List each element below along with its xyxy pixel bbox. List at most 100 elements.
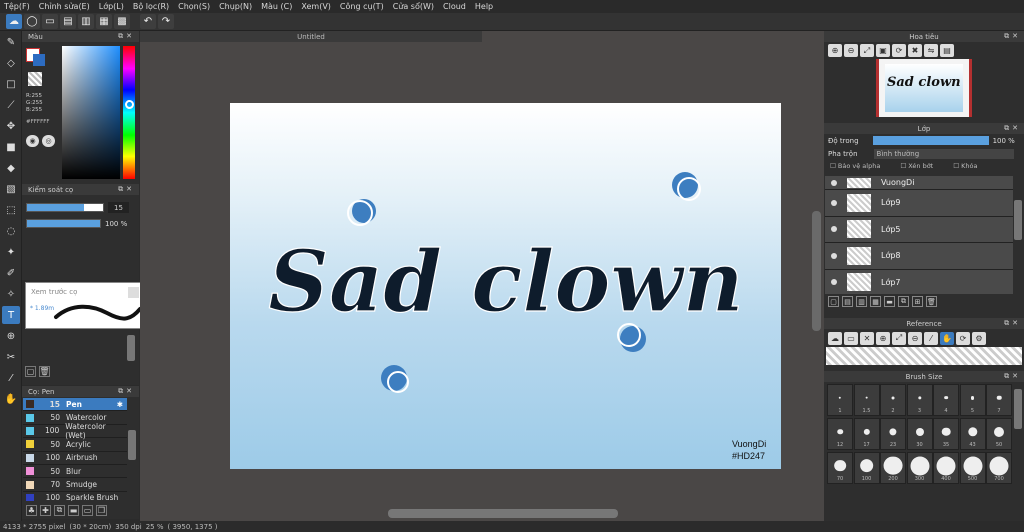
- brush-list-item[interactable]: 15 Pen ✱: [23, 398, 127, 412]
- brush-size-cell[interactable]: 4: [933, 384, 959, 416]
- copy-brush-icon[interactable]: ⧉: [54, 504, 65, 516]
- new-layer-vector-icon[interactable]: ▥: [856, 296, 867, 307]
- brush-list-item[interactable]: 50 Blur: [23, 465, 127, 479]
- add-brush-icon[interactable]: ✚: [40, 504, 51, 516]
- brush-size-cell[interactable]: 500: [959, 452, 986, 484]
- background-color-swatch[interactable]: [33, 54, 45, 66]
- actual-size-icon[interactable]: ▣: [876, 44, 890, 57]
- brush-list-item[interactable]: 70 Smudge: [23, 478, 127, 492]
- folder-icon[interactable]: ▬: [68, 504, 79, 516]
- color-wheel-icon[interactable]: ◎: [42, 135, 55, 147]
- menu-file[interactable]: Tệp(F): [4, 2, 30, 11]
- canvas-horizontal-scrollbar[interactable]: [388, 509, 618, 518]
- undo-icon[interactable]: ↶: [140, 14, 156, 29]
- grid-icon[interactable]: ▩: [114, 14, 130, 29]
- brush-size-cell[interactable]: 17: [853, 418, 880, 450]
- bucket-tool-icon[interactable]: ◆: [2, 159, 20, 177]
- trash-icon[interactable]: 🗑: [39, 366, 50, 377]
- rotate-icon[interactable]: ⟳: [956, 331, 970, 345]
- gradient-tool-icon[interactable]: ▧: [2, 180, 20, 198]
- lasso-tool-icon[interactable]: ◌: [2, 222, 20, 240]
- navigator-thumbnail[interactable]: Sad clown: [876, 59, 972, 117]
- layer-item[interactable]: VuongDi: [825, 176, 1013, 190]
- hue-slider[interactable]: [123, 46, 135, 179]
- open-ref-icon[interactable]: ▭: [844, 331, 858, 345]
- rect-fill-tool-icon[interactable]: ■: [2, 138, 20, 156]
- brush-size-cell[interactable]: 7: [986, 384, 1012, 416]
- brush-size-scrollbar[interactable]: [1014, 389, 1022, 429]
- divide-tool-icon[interactable]: ✂: [2, 348, 20, 366]
- cloud-ref-icon[interactable]: ☁: [828, 331, 842, 345]
- layer-folder-icon[interactable]: ▬: [884, 296, 895, 307]
- line-tool-icon[interactable]: ⟋: [2, 96, 20, 114]
- layer-list-scrollbar[interactable]: [1014, 200, 1022, 240]
- layer-blend-select[interactable]: Bình thường: [873, 148, 1014, 159]
- eyedropper-tool-icon[interactable]: ⁄: [2, 369, 20, 387]
- reference-image-area[interactable]: [826, 347, 1022, 365]
- brush-list-scrollbar[interactable]: [128, 430, 136, 460]
- panel-close-icon[interactable]: ⧉✕: [1004, 32, 1021, 41]
- brush-size-cell[interactable]: 5: [959, 384, 986, 416]
- panel-close-icon[interactable]: ⧉✕: [1004, 372, 1021, 381]
- fit-icon[interactable]: ⤢: [860, 44, 874, 57]
- brush-size-cell[interactable]: 43: [959, 418, 986, 450]
- brush-size-cell[interactable]: 1.5: [853, 384, 880, 416]
- folder-open-icon[interactable]: ▭: [82, 504, 93, 516]
- layer-item[interactable]: Lớp7: [825, 269, 1013, 294]
- new-page-icon[interactable]: ▢: [25, 366, 36, 377]
- brush-size-cell[interactable]: 12: [827, 418, 853, 450]
- settings-icon[interactable]: ⚙: [972, 331, 986, 345]
- subpanel-scrollbar[interactable]: [127, 335, 135, 361]
- brush-list-item[interactable]: 50 Acrylic: [23, 438, 127, 452]
- text-tool-icon[interactable]: T: [2, 306, 20, 324]
- zoom-in-icon[interactable]: ⊕: [828, 44, 842, 57]
- menu-tools[interactable]: Công cụ(T): [340, 2, 384, 11]
- menu-cloud[interactable]: Cloud: [443, 2, 466, 11]
- window-icon[interactable]: ▤: [940, 44, 954, 57]
- layer-visibility-icon[interactable]: [831, 252, 837, 259]
- transparent-color-swatch[interactable]: [28, 72, 42, 86]
- cloud-brush-icon[interactable]: ♣: [26, 504, 37, 516]
- move-tool-icon[interactable]: ✥: [2, 117, 20, 135]
- fit-icon[interactable]: ⤢: [892, 331, 906, 345]
- cloud-icon[interactable]: ☁: [6, 14, 22, 29]
- brush-size-cell[interactable]: 100: [853, 452, 880, 484]
- new-layer-raster-icon[interactable]: ▤: [842, 296, 853, 307]
- brush-size-cell[interactable]: 35: [933, 418, 959, 450]
- layer-menu-icon[interactable]: ▦: [870, 296, 881, 307]
- reset-icon[interactable]: ✖: [908, 44, 922, 57]
- hue-slider-knob[interactable]: [125, 100, 134, 109]
- brush-size-cell[interactable]: 400: [933, 452, 959, 484]
- duplicate-layer-icon[interactable]: ⧉: [898, 296, 909, 307]
- hand-tool-icon[interactable]: ✋: [2, 390, 20, 408]
- merge-layer-icon[interactable]: ⊞: [912, 296, 923, 307]
- panel-close-icon[interactable]: ⧉✕: [118, 32, 135, 41]
- menu-view[interactable]: Xem(V): [301, 2, 331, 11]
- canvas-area[interactable]: Untitled Sad clown VuongDi #HD247: [140, 31, 824, 521]
- new-layer-icon[interactable]: ▢: [828, 296, 839, 307]
- eyedropper-icon[interactable]: ⁄: [924, 331, 938, 345]
- brush-settings-icon[interactable]: ✱: [117, 400, 123, 409]
- document-canvas[interactable]: Sad clown VuongDi #HD247: [230, 103, 781, 469]
- brush-list-item[interactable]: 100 Airbrush: [23, 452, 127, 465]
- operation-tool-icon[interactable]: ⊕: [2, 327, 20, 345]
- menu-color[interactable]: Màu (C): [261, 2, 292, 11]
- brush-size-value[interactable]: 15: [108, 202, 129, 213]
- brush-size-cell[interactable]: 70: [827, 452, 853, 484]
- canvas-tab[interactable]: Untitled: [140, 31, 482, 42]
- eraser-tool-icon[interactable]: ◇: [2, 54, 20, 72]
- panel-close-icon[interactable]: ⧉✕: [118, 185, 135, 194]
- select-eraser-tool-icon[interactable]: ✧: [2, 285, 20, 303]
- shape-tool-icon[interactable]: □: [2, 75, 20, 93]
- palette-icon[interactable]: ◉: [26, 135, 39, 147]
- zoom-in-icon[interactable]: ⊕: [876, 331, 890, 345]
- panel-close-icon[interactable]: ⧉✕: [1004, 319, 1021, 328]
- panel-close-icon[interactable]: ⧉✕: [118, 387, 135, 396]
- menu-capture[interactable]: Chụp(N): [219, 2, 252, 11]
- saturation-value-picker[interactable]: [62, 46, 120, 179]
- duplicate-icon[interactable]: ❐: [96, 504, 107, 516]
- preview-toggle-icon[interactable]: [128, 287, 139, 298]
- brush-size-cell[interactable]: 700: [986, 452, 1012, 484]
- delete-layer-icon[interactable]: 🗑: [926, 296, 937, 307]
- brush-size-cell[interactable]: 50: [986, 418, 1012, 450]
